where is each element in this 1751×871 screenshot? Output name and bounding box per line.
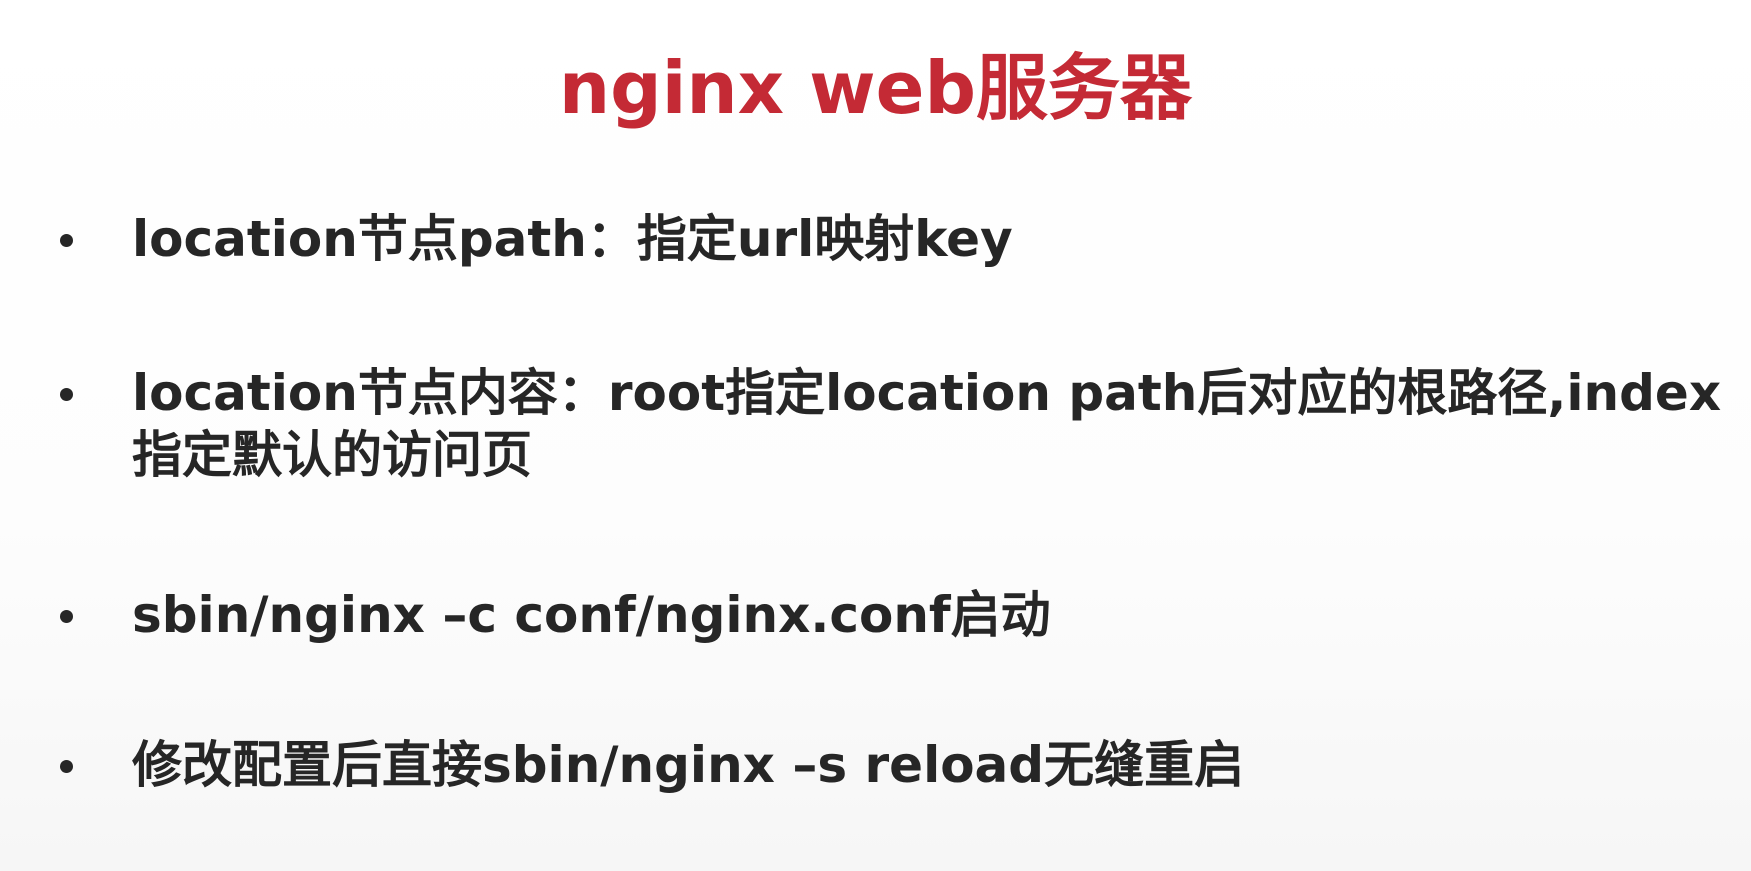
- bullet-line: location节点内容：root指定location path后对应的根路径,…: [132, 364, 1722, 422]
- bullet-line: 修改配置后直接sbin/nginx –s reload无缝重启: [132, 736, 1245, 794]
- bullet-dot-icon: [60, 388, 73, 401]
- bullet-text: location节点内容：root指定location path后对应的根路径,…: [132, 362, 1732, 486]
- bullet-text: 修改配置后直接sbin/nginx –s reload无缝重启: [132, 734, 1732, 796]
- bullet-dot-icon: [60, 234, 73, 247]
- bullet-line: 指定默认的访问页: [132, 426, 532, 484]
- bullet-dot-icon: [60, 610, 73, 623]
- bullet-text: location节点path：指定url映射key: [132, 208, 1732, 270]
- slide: nginx web服务器 location节点path：指定url映射key l…: [0, 0, 1751, 871]
- bullet-text: sbin/nginx –c conf/nginx.conf启动: [132, 584, 1732, 646]
- bullet-line: sbin/nginx –c conf/nginx.conf启动: [132, 586, 1051, 644]
- bullet-list: location节点path：指定url映射key location节点内容：r…: [0, 0, 1751, 871]
- bullet-dot-icon: [60, 760, 73, 773]
- bullet-line: location节点path：指定url映射key: [132, 210, 1013, 268]
